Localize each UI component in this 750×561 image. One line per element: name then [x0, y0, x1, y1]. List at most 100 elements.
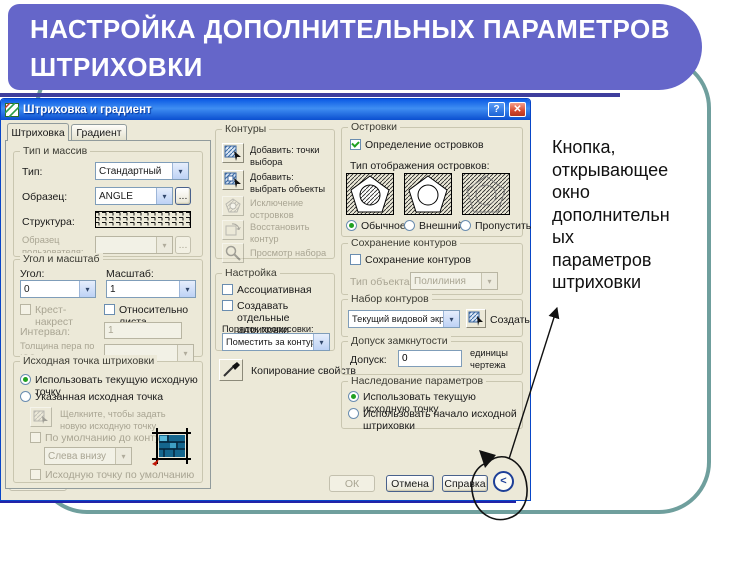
- group-islands: Островки Определение островков Тип отобр…: [341, 121, 531, 237]
- group-boundary-retention: Сохранение контуров Сохранение контуров …: [341, 237, 523, 295]
- group-gap-tolerance: Допуск замкнутости Допуск: единицы черте…: [341, 335, 523, 375]
- angle-select[interactable]: 0 ▾: [20, 280, 96, 298]
- view-selections-icon: [225, 245, 241, 261]
- draw-order-select[interactable]: Поместить за контуром ▾: [222, 333, 330, 351]
- ok-button: ОК: [329, 475, 375, 492]
- scale-select-value: 1: [110, 283, 116, 295]
- pattern-browse-button[interactable]: ...: [175, 187, 191, 205]
- slide-title-line2: ШТРИХОВКИ: [30, 52, 203, 82]
- island-style-normal-radio[interactable]: Обычное: [346, 220, 406, 232]
- group-boundary-set-label: Набор контуров: [348, 293, 432, 306]
- close-icon[interactable]: ✕: [509, 102, 526, 117]
- object-type-value: Полилиния: [414, 275, 466, 287]
- tolerance-input[interactable]: [398, 350, 462, 367]
- group-boundaries: Контуры Добавить: точки выбора Добавить:…: [215, 123, 335, 263]
- chevron-down-icon: ▾: [177, 345, 193, 361]
- island-style-ignore-preview: [462, 173, 510, 215]
- origin-position-value: Слева внизу: [48, 450, 107, 462]
- checkbox-box: [222, 284, 233, 295]
- add-pick-points-label: Добавить: точки выбора: [250, 145, 320, 167]
- island-style-outer-radio[interactable]: Внешний: [404, 220, 464, 232]
- group-gap-tolerance-label: Допуск замкнутости: [348, 335, 451, 348]
- radio-dot: [346, 220, 357, 231]
- tab-gradient[interactable]: Градиент: [71, 124, 127, 141]
- chevron-down-icon[interactable]: ▾: [179, 281, 195, 297]
- type-label: Тип:: [22, 166, 43, 178]
- add-pick-points-icon: [224, 145, 241, 161]
- island-style-normal-preview: [346, 173, 394, 215]
- new-boundary-set-icon: [468, 311, 483, 326]
- angle-select-value: 0: [24, 283, 30, 295]
- more-options-button[interactable]: <: [493, 471, 514, 492]
- pattern-select-value: ANGLE: [99, 190, 133, 202]
- radio-dot: [348, 391, 359, 402]
- checkbox-box: [104, 304, 115, 315]
- boundary-set-select[interactable]: Текущий видовой экран ▾: [348, 310, 460, 328]
- island-detection-checkbox[interactable]: Определение островков: [350, 139, 510, 151]
- associative-checkbox[interactable]: Ассоциативная: [222, 284, 330, 296]
- island-style-ignore-radio[interactable]: Пропустить: [460, 220, 531, 232]
- view-selections-button: [222, 243, 244, 263]
- chevron-down-icon[interactable]: ▾: [443, 311, 459, 327]
- dialog-help-icon[interactable]: ?: [488, 102, 505, 117]
- recreate-boundary-button: [222, 220, 244, 240]
- add-pick-points-button[interactable]: [222, 143, 244, 163]
- hatch-gradient-dialog: Штриховка и градиент ? ✕ Штриховка Гради…: [0, 98, 531, 501]
- annotation-line: параметров: [552, 249, 652, 270]
- set-origin-icon: [33, 410, 48, 424]
- spacing-label: Интервал:: [20, 326, 71, 338]
- pattern-select[interactable]: ANGLE ▾: [95, 187, 173, 205]
- chevron-down-icon: ▾: [115, 448, 131, 464]
- scale-select[interactable]: 1 ▾: [106, 280, 196, 298]
- draw-order-value: Поместить за контуром: [226, 337, 313, 347]
- group-boundary-retention-label: Сохранение контуров: [348, 237, 460, 250]
- island-style-outer-label: Внешний: [419, 220, 464, 232]
- island-style-ignore-label: Пропустить: [475, 220, 532, 232]
- checkbox-box: [30, 432, 41, 443]
- type-select[interactable]: Стандартный ▾: [95, 162, 189, 180]
- chevron-down-icon[interactable]: ▾: [313, 334, 329, 350]
- chevron-down-icon[interactable]: ▾: [156, 188, 172, 204]
- boundary-set-value: Текущий видовой экран: [352, 314, 443, 324]
- group-inherit-options-label: Наследование параметров: [348, 375, 487, 388]
- associative-label: Ассоциативная: [237, 284, 312, 296]
- radio-dot: [404, 220, 415, 231]
- radio-dot: [348, 408, 359, 419]
- chevron-down-icon[interactable]: ▾: [172, 163, 188, 179]
- scale-label: Масштаб:: [106, 268, 154, 280]
- group-type-pattern: Тип и массив Тип: Стандартный ▾ Образец:…: [13, 145, 203, 257]
- specified-origin-radio[interactable]: Указанная исходная точка: [20, 391, 200, 403]
- island-detection-label: Определение островков: [365, 139, 484, 151]
- checkbox-box: [350, 139, 361, 150]
- custom-pattern-select: ▾: [95, 236, 173, 254]
- group-hatch-origin: Исходная точка штриховки Использовать те…: [13, 355, 203, 483]
- new-boundary-set-button[interactable]: [466, 309, 486, 328]
- checkbox-box: [20, 304, 31, 315]
- object-type-label: Тип объекта:: [350, 276, 413, 288]
- tolerance-units-label: единицы чертежа: [470, 348, 508, 370]
- recreate-boundary-label: Восстановить контур: [250, 222, 310, 244]
- group-type-pattern-label: Тип и массив: [20, 145, 91, 158]
- group-boundaries-label: Контуры: [222, 123, 270, 136]
- angle-label: Угол:: [20, 268, 45, 280]
- annotation-line: Кнопка,: [552, 137, 616, 157]
- add-select-objects-button[interactable]: [222, 170, 244, 190]
- slide-title-line1: НАСТРОЙКА ДОПОЛНИТЕЛЬНЫХ ПАРАМЕТРОВ: [30, 14, 671, 44]
- retain-boundaries-checkbox[interactable]: Сохранение контуров: [350, 254, 510, 266]
- chevron-down-icon: ▾: [156, 237, 172, 253]
- checkbox-box: [222, 300, 233, 311]
- dialog-titlebar[interactable]: Штриховка и градиент ? ✕: [1, 99, 530, 120]
- spacing-input: [104, 322, 182, 339]
- view-selections-label: Просмотр набора: [250, 248, 327, 258]
- cancel-button[interactable]: Отмена: [386, 475, 434, 492]
- inherit-source-origin-radio[interactable]: Использовать начало исходной штриховки: [348, 408, 522, 432]
- remove-islands-icon: [225, 198, 241, 213]
- chevron-down-icon[interactable]: ▾: [79, 281, 95, 297]
- inherit-properties-button[interactable]: [219, 359, 243, 381]
- tab-hatch[interactable]: Штриховка: [7, 123, 69, 141]
- custom-pattern-browse-button: ...: [175, 236, 191, 254]
- group-boundary-set: Набор контуров Текущий видовой экран ▾ С…: [341, 293, 530, 337]
- set-origin-button: [30, 407, 52, 427]
- help-button[interactable]: Справка: [442, 475, 488, 492]
- group-islands-label: Островки: [348, 121, 400, 134]
